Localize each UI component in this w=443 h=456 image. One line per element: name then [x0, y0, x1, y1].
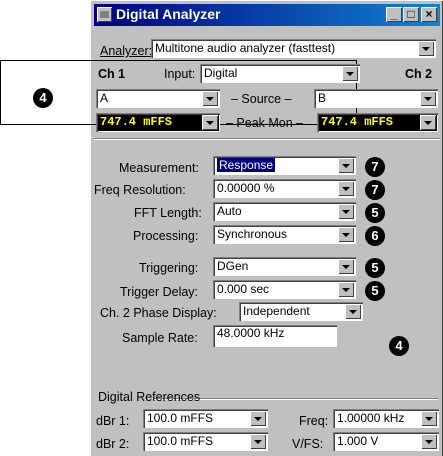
peak-mon-ch2[interactable]: 747.4 mFFS — [317, 113, 438, 132]
fft-length-badge: 5 — [365, 203, 385, 223]
analyzer-select[interactable]: Multitone audio analyzer (fasttest) — [151, 39, 436, 58]
freq-resolution-value: 0.00000 % — [217, 181, 275, 195]
sample-rate-badge: 4 — [389, 336, 409, 356]
chevron-down-icon[interactable] — [202, 91, 218, 106]
freq-value: 1.00000 kHz — [337, 411, 405, 425]
trigger-delay-label: Trigger Delay: — [120, 285, 199, 299]
phase-display-select[interactable]: Independent — [239, 302, 363, 321]
processing-select[interactable]: Synchronous — [213, 225, 356, 244]
triggering-value: DGen — [217, 259, 249, 273]
measurement-value: Response — [217, 158, 276, 172]
chevron-down-icon[interactable] — [345, 304, 361, 319]
vfs-value: 1.000 V — [337, 434, 379, 448]
chevron-down-icon[interactable] — [338, 204, 354, 219]
measurement-badge: 7 — [365, 157, 385, 177]
triggering-select[interactable]: DGen — [213, 257, 356, 276]
chevron-down-icon[interactable] — [338, 259, 354, 274]
source-b-value: B — [318, 91, 327, 105]
peak-ch1-value: 747.4 mFFS — [100, 115, 173, 129]
triggering-badge: 5 — [365, 258, 385, 278]
analyzer-value: Multitone audio analyzer (fasttest) — [155, 41, 336, 55]
freq-resolution-badge: 7 — [365, 180, 385, 200]
chevron-down-icon[interactable] — [338, 181, 354, 196]
source-label: – Source – — [231, 92, 292, 106]
analyzer-label: Analyzer: — [100, 44, 153, 58]
source-a-value: A — [100, 91, 109, 105]
input-label: Input: — [164, 67, 196, 81]
chevron-down-icon[interactable] — [338, 227, 354, 242]
peakmon-label: – Peak Mon – — [226, 116, 304, 130]
freq-select[interactable]: 1.00000 kHz — [333, 409, 439, 428]
dbr1-label: dBr 1: — [96, 414, 130, 428]
chevron-down-icon[interactable] — [420, 115, 436, 130]
vfs-label: V/FS: — [292, 437, 324, 451]
fft-length-value: Auto — [217, 204, 242, 218]
freq-resolution-select[interactable]: 0.00000 % — [213, 179, 356, 198]
chevron-down-icon[interactable] — [421, 411, 437, 426]
measurement-label: Measurement: — [119, 161, 199, 175]
trigger-delay-value: 0.000 sec — [217, 282, 270, 296]
chevron-down-icon[interactable] — [418, 41, 434, 56]
dbr2-select[interactable]: 100.0 mFFS — [143, 432, 268, 451]
chevron-down-icon[interactable] — [338, 158, 354, 173]
peak-ch2-value: 747.4 mFFS — [321, 115, 394, 129]
dbr2-value: 100.0 mFFS — [147, 434, 214, 448]
dbr2-label: dBr 2: — [96, 437, 130, 451]
ch1-label: Ch 1 — [98, 67, 126, 81]
measurement-select[interactable]: Response — [213, 156, 356, 175]
sample-rate-value: 48.0000 kHz — [217, 326, 285, 340]
vfs-select[interactable]: 1.000 V — [333, 432, 439, 451]
source-b-select[interactable]: B — [314, 89, 438, 108]
title-bar[interactable]: Digital Analyzer _ □ × — [94, 4, 440, 26]
chevron-down-icon[interactable] — [202, 115, 218, 130]
dbr1-select[interactable]: 100.0 mFFS — [143, 409, 268, 428]
phase-display-label: Ch. 2 Phase Display: — [100, 306, 217, 320]
processing-badge: 6 — [365, 226, 385, 246]
digital-references-title: Digital References — [98, 390, 201, 404]
chevron-down-icon[interactable] — [338, 282, 354, 297]
triggering-label: Triggering: — [139, 261, 199, 275]
window-title: Digital Analyzer — [116, 6, 221, 22]
sample-rate-label: Sample Rate: — [122, 331, 198, 345]
dbr1-value: 100.0 mFFS — [147, 411, 214, 425]
input-value: Digital — [204, 66, 238, 80]
trigger-delay-badge: 5 — [365, 281, 385, 301]
chevron-down-icon[interactable] — [250, 411, 266, 426]
maximize-button[interactable]: □ — [403, 7, 419, 22]
chevron-down-icon[interactable] — [421, 434, 437, 449]
close-button[interactable]: × — [421, 7, 437, 22]
ch2-label: Ch 2 — [405, 67, 433, 81]
source-a-select[interactable]: A — [96, 89, 220, 108]
freq-resolution-label: Freq Resolution: — [94, 183, 186, 197]
freq-label: Freq: — [299, 414, 329, 428]
sample-rate-input[interactable]: 48.0000 kHz — [213, 325, 337, 347]
phase-display-value: Independent — [243, 304, 310, 318]
processing-value: Synchronous — [217, 227, 288, 241]
chevron-down-icon[interactable] — [250, 434, 266, 449]
divider — [94, 138, 440, 140]
chevron-down-icon[interactable] — [342, 66, 358, 81]
processing-label: Processing: — [133, 229, 199, 243]
minimize-button[interactable]: _ — [386, 7, 402, 22]
input-select[interactable]: Digital — [200, 64, 360, 83]
fft-length-label: FFT Length: — [134, 206, 202, 220]
fft-length-select[interactable]: Auto — [213, 202, 356, 221]
app-icon — [97, 7, 112, 22]
chevron-down-icon[interactable] — [420, 91, 436, 106]
peak-mon-ch1[interactable]: 747.4 mFFS — [96, 113, 220, 132]
callout-badge-4: 4 — [33, 88, 53, 108]
trigger-delay-select[interactable]: 0.000 sec — [213, 280, 356, 299]
